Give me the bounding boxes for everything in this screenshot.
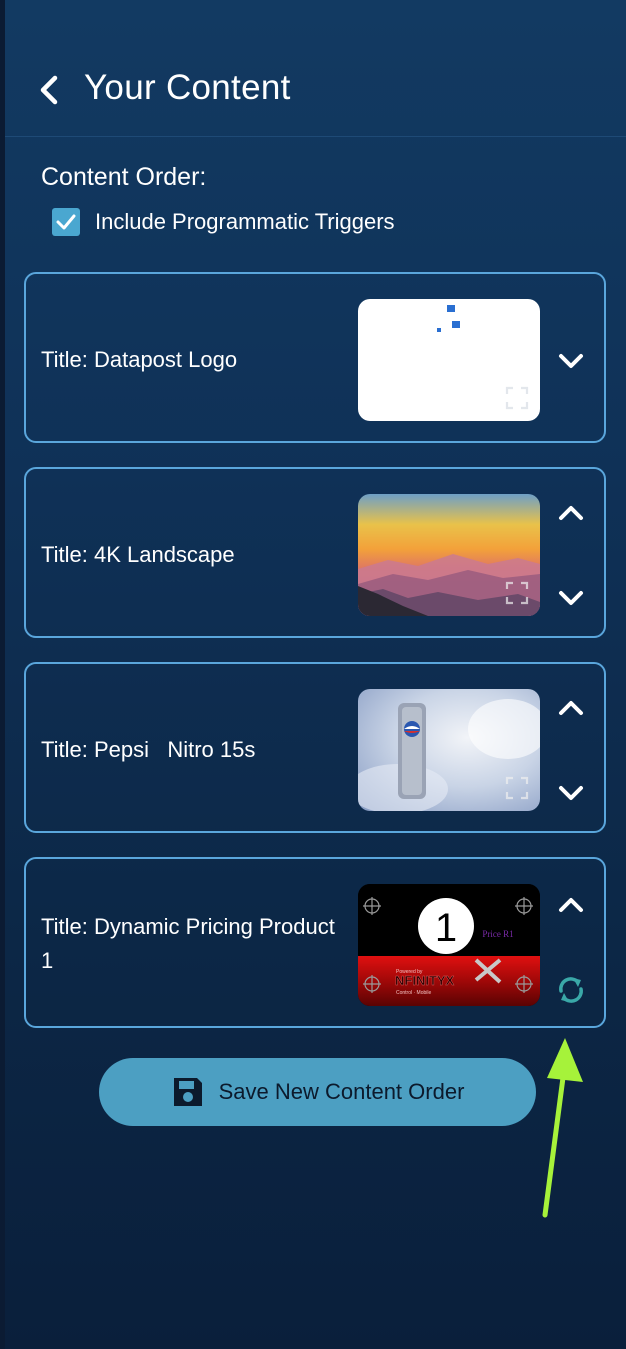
expand-icon[interactable] <box>504 775 530 801</box>
dynamic-pricing-thumbnail[interactable]: 1 Price R1 Powered by NFINITYX Control ·… <box>358 884 540 1006</box>
move-up-button[interactable] <box>556 696 586 720</box>
move-up-button[interactable] <box>556 893 586 917</box>
move-up-button[interactable] <box>556 501 586 525</box>
floppy-disk-icon <box>173 1078 202 1106</box>
thumb-price: Price R1 <box>482 929 513 939</box>
content-item-card[interactable]: Title: 4K Landscape <box>24 467 606 638</box>
content-panel: Your Content Content Order: Include Prog… <box>5 0 626 1349</box>
chevron-up-icon <box>559 506 583 520</box>
thumb-number: 1 <box>435 906 457 950</box>
refresh-icon <box>559 977 583 1003</box>
expand-icon[interactable] <box>504 580 530 606</box>
check-icon <box>56 214 76 230</box>
content-item-card[interactable]: Title: Dynamic Pricing Product 1 1 Price… <box>24 857 606 1028</box>
thumb-brand: NFINITYX <box>395 973 455 988</box>
include-programmatic-checkbox[interactable] <box>52 208 80 236</box>
back-button[interactable] <box>35 74 63 106</box>
include-programmatic-checkbox-row[interactable]: Include Programmatic Triggers <box>52 208 395 236</box>
refresh-button[interactable] <box>555 972 587 1008</box>
datapost-logo-thumbnail[interactable] <box>358 299 540 421</box>
landscape-thumbnail[interactable] <box>358 494 540 616</box>
thumb-tagline: Control · Mobile <box>396 990 432 996</box>
chevron-left-icon <box>40 75 58 105</box>
pepsi-nitro-thumbnail[interactable] <box>358 689 540 811</box>
chevron-up-icon <box>559 898 583 912</box>
content-item-title: Title: Pepsi Nitro 15s <box>41 737 256 762</box>
content-item-title: Title: Dynamic Pricing Product 1 <box>41 914 335 973</box>
move-down-button[interactable] <box>556 781 586 805</box>
include-programmatic-label: Include Programmatic Triggers <box>95 209 395 234</box>
annotation-arrow-icon <box>542 1038 583 1218</box>
chevron-down-icon <box>559 591 583 605</box>
header: Your Content <box>5 0 626 137</box>
chevron-down-icon <box>559 786 583 800</box>
move-down-button[interactable] <box>556 349 586 373</box>
expand-icon[interactable] <box>504 385 530 411</box>
content-item-title: Title: Datapost Logo <box>41 347 238 372</box>
content-item-card[interactable]: Title: Pepsi Nitro 15s <box>24 662 606 833</box>
content-item-card[interactable]: Title: Datapost Logo <box>24 272 606 443</box>
chevron-up-icon <box>559 701 583 715</box>
content-order-label: Content Order: <box>41 163 207 191</box>
move-down-button[interactable] <box>556 586 586 610</box>
save-content-order-button[interactable]: Save New Content Order <box>99 1058 536 1126</box>
page-title: Your Content <box>84 68 291 107</box>
chevron-down-icon <box>559 354 583 368</box>
content-item-title: Title: 4K Landscape <box>41 542 235 567</box>
save-button-label: Save New Content Order <box>218 1079 465 1104</box>
